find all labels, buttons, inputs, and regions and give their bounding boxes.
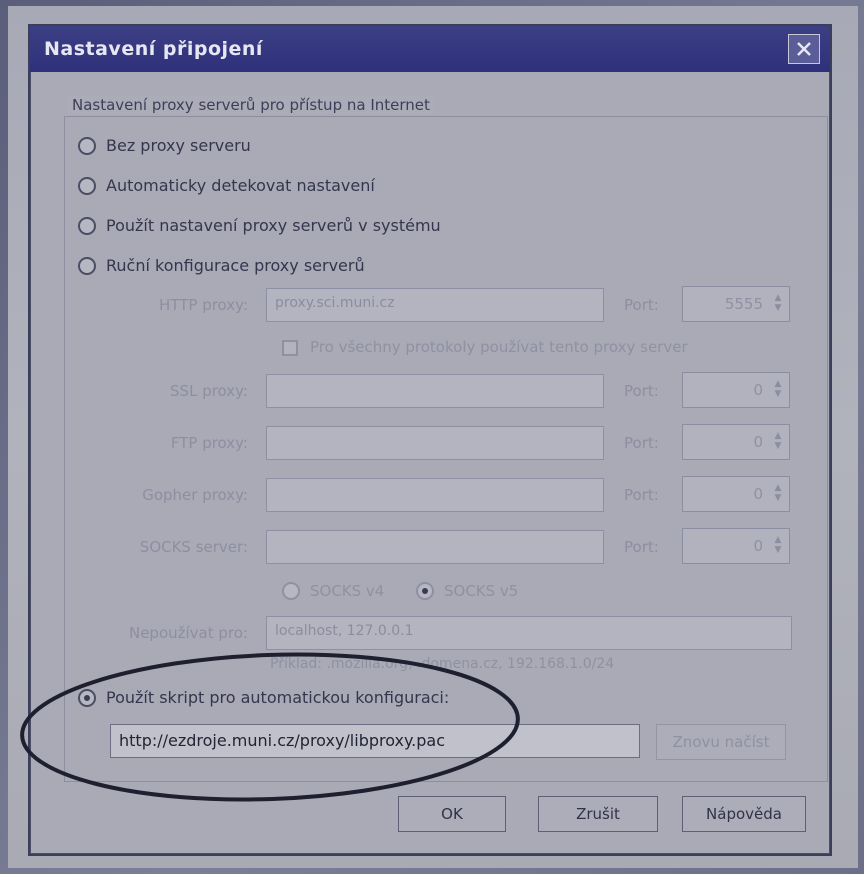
spin-icon[interactable]: ▲ ▼	[772, 483, 784, 505]
socks-server-label: SOCKS server:	[139, 538, 248, 556]
ftp-proxy-label: FTP proxy:	[170, 434, 248, 452]
gopher-port-value: 0	[753, 485, 763, 503]
socks-port-label: Port:	[624, 538, 659, 556]
gopher-proxy-input[interactable]	[266, 478, 604, 512]
radio-label: Použít nastavení proxy serverů v systému	[106, 216, 441, 235]
http-proxy-label: HTTP proxy:	[159, 296, 248, 314]
same-proxy-label: Pro všechny protokoly používat tento pro…	[310, 338, 688, 356]
ssl-proxy-label: SSL proxy:	[170, 382, 248, 400]
gopher-proxy-label: Gopher proxy:	[142, 486, 248, 504]
radio-socks-v4[interactable]: SOCKS v4	[282, 582, 384, 600]
radio-button[interactable]	[78, 216, 96, 235]
ftp-port-value: 0	[753, 433, 763, 451]
reload-button[interactable]: Znovu načíst	[656, 724, 786, 760]
radio-system-proxy[interactable]: Použít nastavení proxy serverů v systému	[78, 216, 441, 235]
help-button[interactable]: Nápověda	[682, 796, 806, 832]
gopher-port-input[interactable]: 0 ▲ ▼	[682, 476, 790, 512]
http-port-label: Port:	[624, 296, 659, 314]
http-port-value: 5555	[724, 295, 763, 313]
http-proxy-input[interactable]: proxy.sci.muni.cz	[266, 288, 604, 322]
radio-label: Bez proxy serveru	[106, 136, 251, 155]
socks-port-value: 0	[753, 537, 763, 555]
radio-manual[interactable]: Ruční konfigurace proxy serverů	[78, 256, 365, 275]
close-button[interactable]	[788, 34, 820, 64]
http-port-input[interactable]: 5555 ▲ ▼	[682, 286, 790, 322]
spin-icon[interactable]: ▲ ▼	[772, 535, 784, 557]
radio-auto-detect[interactable]: Automaticky detekovat nastavení	[78, 176, 375, 195]
close-icon	[797, 42, 811, 56]
radio-label: Ruční konfigurace proxy serverů	[106, 256, 365, 275]
radio-label: SOCKS v4	[310, 582, 385, 600]
socks-port-input[interactable]: 0 ▲ ▼	[682, 528, 790, 564]
annotation-ellipse	[20, 652, 520, 802]
ftp-port-input[interactable]: 0 ▲ ▼	[682, 424, 790, 460]
dialog-title: Nastavení připojení	[44, 38, 263, 60]
group-caption: Nastavení proxy serverů pro přístup na I…	[68, 96, 434, 114]
ssl-port-input[interactable]: 0 ▲ ▼	[682, 372, 790, 408]
ssl-port-label: Port:	[624, 382, 659, 400]
ftp-port-label: Port:	[624, 434, 659, 452]
dialog-titlebar: Nastavení připojení	[30, 26, 830, 72]
radio-socks-v5[interactable]: SOCKS v5	[416, 582, 518, 600]
gopher-port-label: Port:	[624, 486, 659, 504]
radio-no-proxy[interactable]: Bez proxy serveru	[78, 136, 251, 155]
ftp-proxy-input[interactable]	[266, 426, 604, 460]
spin-icon[interactable]: ▲ ▼	[772, 431, 784, 453]
radio-button[interactable]	[282, 582, 300, 600]
spin-icon[interactable]: ▲ ▼	[772, 379, 784, 401]
radio-button[interactable]	[78, 136, 96, 155]
radio-button[interactable]	[78, 176, 96, 195]
radio-label: Automaticky detekovat nastavení	[106, 176, 375, 195]
radio-label: SOCKS v5	[444, 582, 519, 600]
radio-button[interactable]	[78, 256, 96, 275]
spin-icon[interactable]: ▲ ▼	[772, 293, 784, 315]
no-proxy-for-label: Nepoužívat pro:	[128, 624, 248, 642]
same-proxy-checkbox[interactable]	[282, 340, 298, 356]
socks-server-input[interactable]	[266, 530, 604, 564]
cancel-button[interactable]: Zrušit	[538, 796, 658, 832]
radio-button[interactable]	[416, 582, 434, 600]
ssl-port-value: 0	[753, 381, 763, 399]
ssl-proxy-input[interactable]	[266, 374, 604, 408]
